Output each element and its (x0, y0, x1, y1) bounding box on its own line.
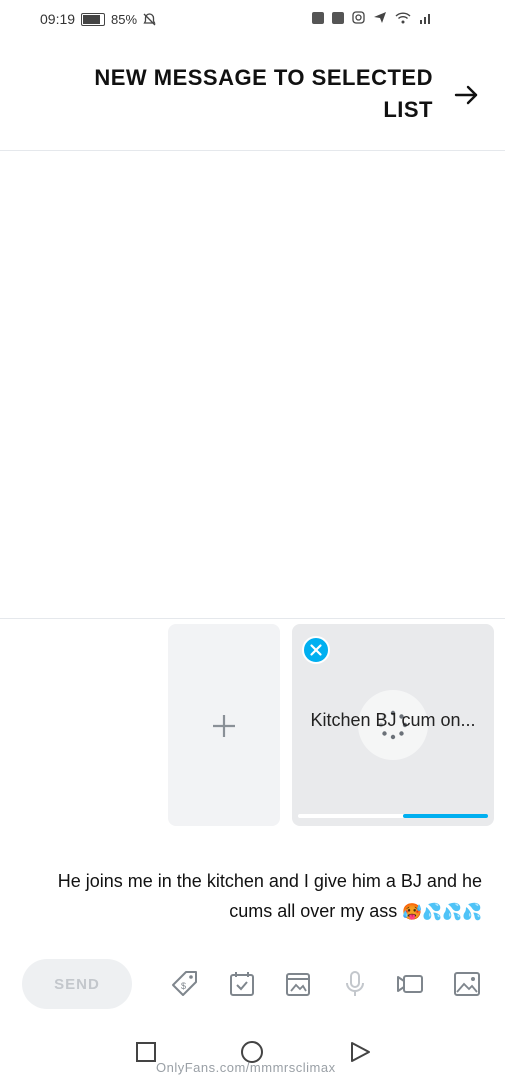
message-emojis: 🥵💦💦💦 (402, 902, 482, 921)
back-icon[interactable] (348, 1040, 372, 1064)
header: NEW MESSAGE TO SELECTED LIST (0, 38, 505, 151)
status-time: 09:19 (40, 11, 76, 27)
page-title: NEW MESSAGE TO SELECTED LIST (94, 65, 433, 122)
battery-level: 85% (111, 11, 138, 27)
plus-icon (213, 715, 235, 737)
gallery-icon (332, 11, 344, 24)
status-bar: 09:19 85% (0, 0, 505, 38)
schedule-icon[interactable] (227, 969, 257, 999)
microphone-icon[interactable] (340, 969, 370, 999)
upload-progress-bar (298, 814, 488, 818)
price-tag-icon[interactable]: $ (170, 969, 200, 999)
send-button[interactable]: SEND (22, 959, 132, 1009)
image-icon[interactable] (452, 969, 482, 999)
vault-icon[interactable] (283, 969, 313, 999)
divider (0, 618, 505, 619)
wifi-icon (395, 12, 411, 24)
instagram-icon (352, 11, 365, 24)
signal-icon (420, 14, 430, 24)
mute-icon (143, 12, 156, 25)
video-icon[interactable] (395, 969, 425, 999)
attachment-name: Kitchen BJ cum on... (310, 710, 476, 730)
watermark: OnlyFans.com/mmmrsclimax (156, 1060, 336, 1075)
media-attachment[interactable]: Kitchen BJ cum on... (292, 624, 494, 826)
messenger-icon (374, 12, 386, 23)
add-media-button[interactable] (168, 624, 280, 826)
facebook-icon (312, 11, 324, 24)
system-nav-bar: OnlyFans.com/mmmrsclimax (0, 1022, 505, 1080)
close-icon[interactable] (302, 636, 330, 664)
composer-toolbar: SEND $ (0, 955, 505, 1019)
battery-icon (81, 12, 106, 26)
recents-icon[interactable] (134, 1040, 158, 1064)
message-text-field[interactable]: He joins me in the kitchen and I give hi… (26, 866, 482, 927)
upload-progress-fill (402, 814, 488, 818)
arrow-icon[interactable] (453, 82, 479, 108)
svg-text:$: $ (181, 981, 186, 991)
